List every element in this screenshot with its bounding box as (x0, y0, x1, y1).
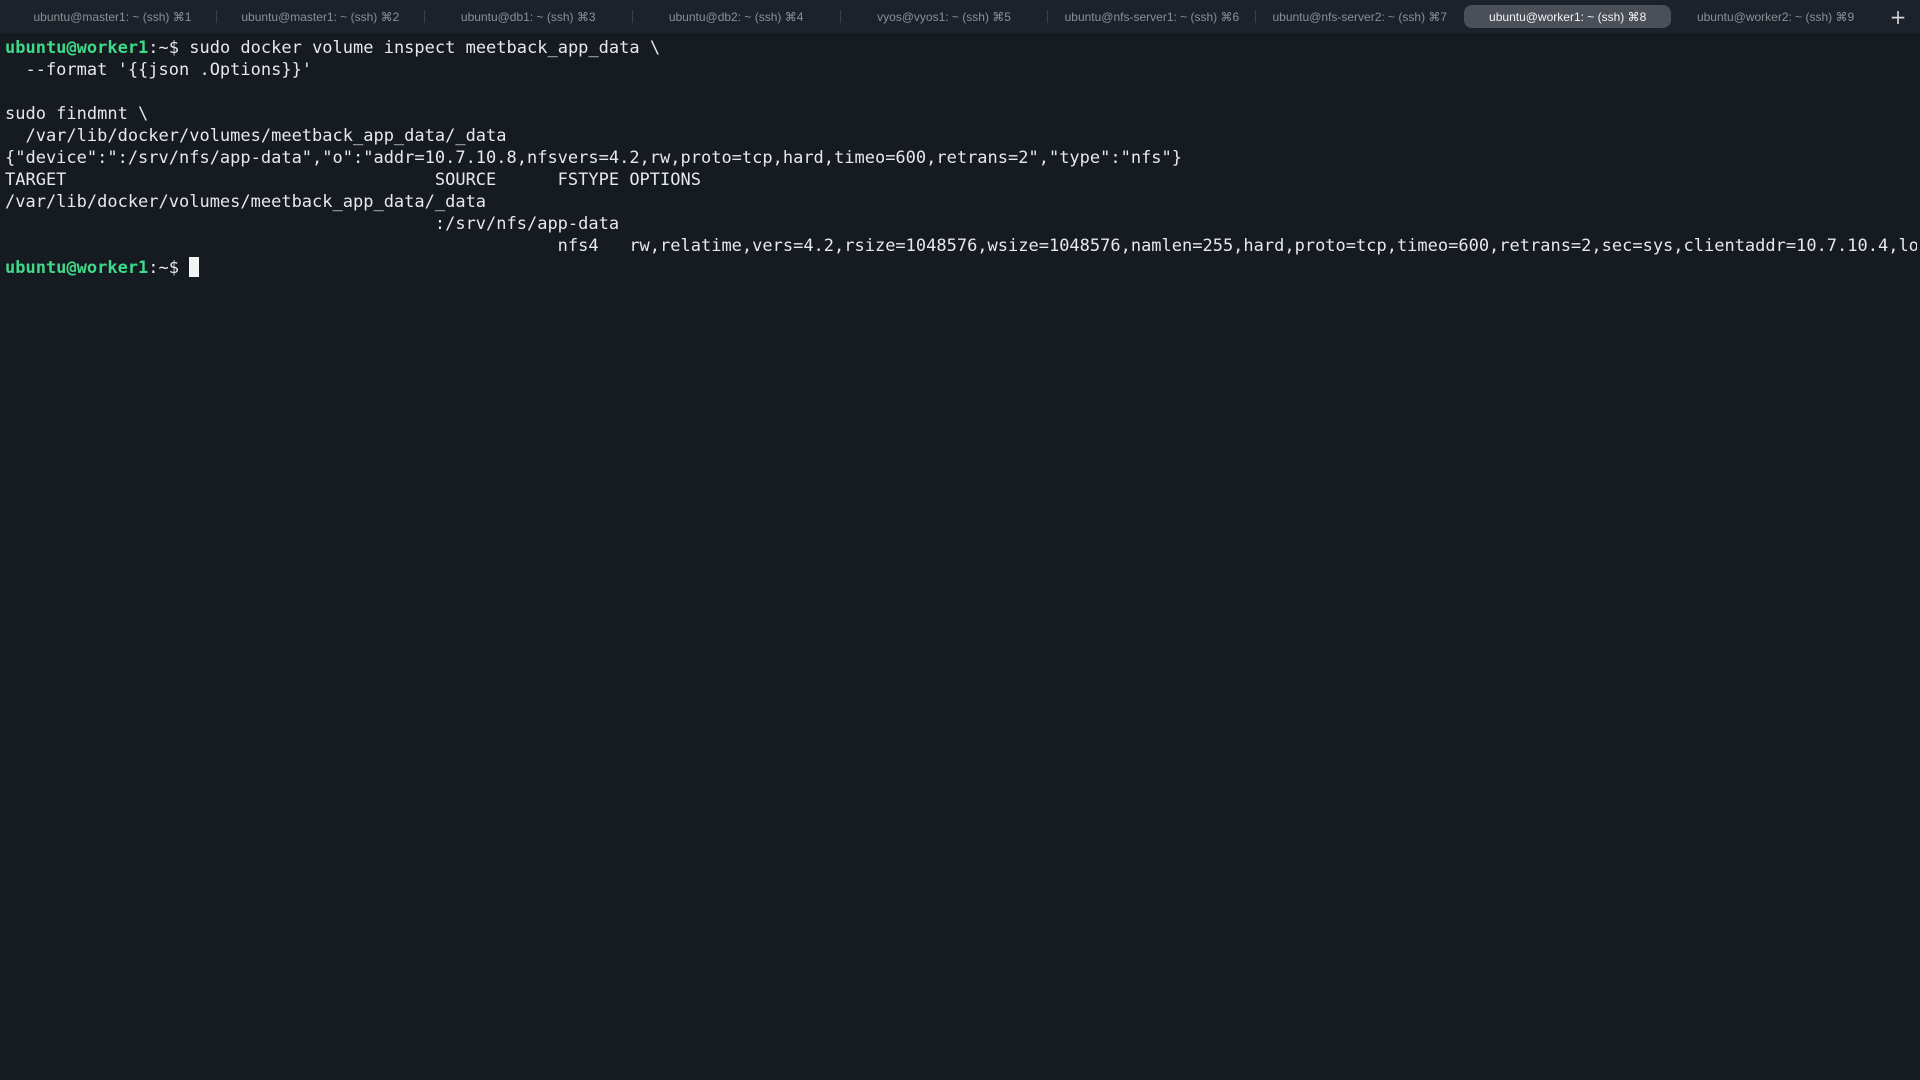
output-line: TARGET SOURCE FSTYPE OPTIONS (5, 170, 701, 190)
command-text: sudo docker volume inspect meetback_app_… (189, 38, 661, 58)
terminal-view[interactable]: ubuntu@worker1:~$ sudo docker volume ins… (0, 33, 1920, 1080)
tab-7[interactable]: ubuntu@nfs-server2: ~ (ssh) ⌘7 (1256, 5, 1463, 28)
tab-label: ubuntu@master1: ~ (ssh) ⌘1 (33, 9, 192, 24)
tab-list: ubuntu@master1: ~ (ssh) ⌘1 ubuntu@master1… (9, 0, 1880, 33)
tab-bar: ubuntu@master1: ~ (ssh) ⌘1 ubuntu@master1… (0, 0, 1920, 33)
tab-label: vyos@vyos1: ~ (ssh) ⌘5 (877, 9, 1011, 24)
output-line: /var/lib/docker/volumes/meetback_app_dat… (5, 126, 507, 146)
new-tab-button[interactable]: + (1880, 0, 1916, 33)
tab-label: ubuntu@worker2: ~ (ssh) ⌘9 (1696, 9, 1855, 24)
tab-8[interactable]: ubuntu@worker1: ~ (ssh) ⌘8 (1464, 5, 1672, 28)
plus-icon: + (1889, 4, 1907, 29)
text-cursor (189, 257, 200, 277)
tab-1[interactable]: ubuntu@master1: ~ (ssh) ⌘1 (9, 5, 217, 28)
prompt-user: ubuntu@worker1 (5, 38, 149, 58)
tab-5[interactable]: vyos@vyos1: ~ (ssh) ⌘5 (841, 5, 1049, 28)
tab-4[interactable]: ubuntu@db2: ~ (ssh) ⌘4 (633, 5, 841, 28)
output-line: nfs4 rw,relatime,vers=4.2,rsize=1048576,… (5, 236, 1917, 256)
prompt-user: ubuntu@worker1 (5, 258, 149, 278)
output-line: {"device":":/srv/nfs/app-data","o":"addr… (5, 148, 1183, 168)
tab-2[interactable]: ubuntu@master1: ~ (ssh) ⌘2 (217, 5, 425, 28)
output-line: sudo findmnt \ (5, 104, 149, 124)
tab-label: ubuntu@nfs-server2: ~ (ssh) ⌘7 (1272, 9, 1448, 24)
tab-label: ubuntu@nfs-server1: ~ (ssh) ⌘6 (1064, 9, 1240, 24)
tab-label: ubuntu@worker1: ~ (ssh) ⌘8 (1489, 9, 1647, 24)
output-line: :/srv/nfs/app-data (5, 214, 620, 234)
prompt-path: :~$ (148, 38, 190, 58)
prompt-line: ubuntu@worker1:~$ sudo docker volume ins… (5, 37, 1917, 59)
tab-label: ubuntu@db2: ~ (ssh) ⌘4 (668, 9, 804, 24)
output-line: /var/lib/docker/volumes/meetback_app_dat… (5, 192, 487, 212)
prompt-line: ubuntu@worker1:~$ (5, 257, 1917, 279)
tab-label: ubuntu@db1: ~ (ssh) ⌘3 (460, 9, 596, 24)
terminal-output: ubuntu@worker1:~$ sudo docker volume ins… (5, 37, 1917, 279)
prompt-path: :~$ (148, 258, 190, 278)
tab-3[interactable]: ubuntu@db1: ~ (ssh) ⌘3 (425, 5, 633, 28)
output-line: --format '{{json .Options}}' (5, 60, 313, 80)
tab-6[interactable]: ubuntu@nfs-server1: ~ (ssh) ⌘6 (1048, 5, 1257, 28)
tab-label: ubuntu@master1: ~ (ssh) ⌘2 (241, 9, 400, 24)
tab-9[interactable]: ubuntu@worker2: ~ (ssh) ⌘9 (1672, 5, 1879, 28)
